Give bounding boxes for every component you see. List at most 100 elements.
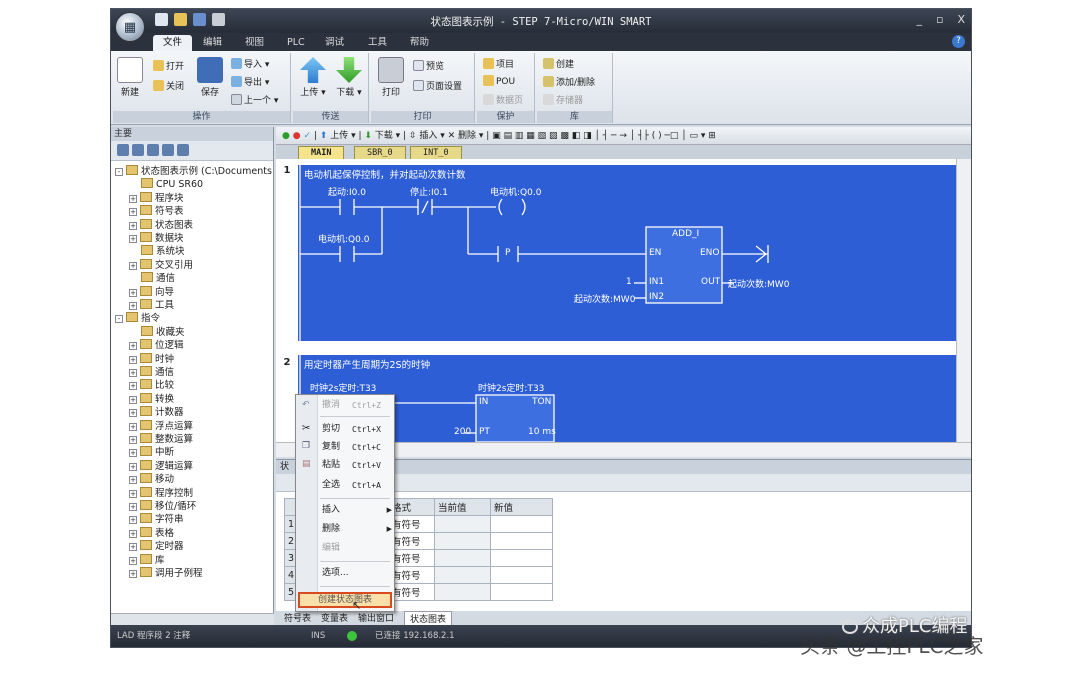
- tree-item[interactable]: 收藏夹: [141, 325, 185, 339]
- expand-icon[interactable]: +: [129, 503, 137, 511]
- expand-icon[interactable]: +: [129, 382, 137, 391]
- menu-create-status-chart[interactable]: 创建状态图表: [298, 592, 392, 608]
- expand-icon[interactable]: +: [129, 556, 137, 565]
- download-button[interactable]: 下载 ▾: [335, 57, 363, 98]
- timer-block-label[interactable]: 时钟2s定时:T33: [478, 381, 544, 394]
- tree-item[interactable]: + 工具: [129, 299, 174, 312]
- menu-delete[interactable]: 删除 ▶: [322, 522, 392, 537]
- tab-tools[interactable]: 工具: [368, 35, 387, 51]
- tree-item[interactable]: + 浮点运算: [129, 419, 193, 433]
- tree-item[interactable]: + 通信: [129, 366, 174, 379]
- contact-stop-label[interactable]: 停止:I0.1: [410, 185, 448, 198]
- tree-item[interactable]: - 状态图表示例 (C:\Documents a: [115, 165, 274, 178]
- expand-icon[interactable]: +: [129, 302, 137, 310]
- coil-motor-label[interactable]: 电动机:Q0.0: [490, 185, 541, 198]
- expand-icon[interactable]: +: [129, 235, 137, 243]
- in1-value[interactable]: 1: [626, 277, 632, 287]
- tree-item[interactable]: + 调用子例程: [129, 567, 203, 580]
- tree-item[interactable]: + 库: [129, 553, 165, 567]
- tree-item[interactable]: + 交叉引用: [129, 258, 193, 272]
- open-button[interactable]: 打开: [153, 59, 184, 72]
- data-page-protect-button[interactable]: 数据页: [483, 93, 523, 106]
- contact-motor-label[interactable]: 电动机:Q0.0: [318, 232, 369, 245]
- add-block-title[interactable]: ADD_I: [672, 229, 699, 239]
- expand-icon[interactable]: +: [129, 369, 137, 377]
- expand-icon[interactable]: +: [129, 261, 137, 270]
- menu-cut[interactable]: 剪切 Ctrl+X: [322, 422, 390, 437]
- menu-insert[interactable]: 插入 ▶: [322, 503, 392, 518]
- network-1[interactable]: 电动机起保停控制，并对起动次数计数 起动:I0.0 停止:I0.1 电动机:Q0…: [298, 165, 956, 341]
- in2-value[interactable]: 起动次数:MW0: [574, 292, 635, 305]
- tree-item[interactable]: + 状态图表: [129, 218, 193, 232]
- tree-item[interactable]: + 整数运算: [129, 433, 193, 446]
- tree-item[interactable]: + 逻辑运算: [129, 459, 193, 473]
- tree-item[interactable]: + 比较: [129, 379, 174, 392]
- run-icon[interactable]: ●: [282, 131, 290, 141]
- tab-file[interactable]: 文件: [153, 35, 193, 51]
- tree-item[interactable]: + 表格: [129, 526, 174, 540]
- tree-item[interactable]: + 转换: [129, 392, 174, 406]
- tree-item[interactable]: - 指令: [115, 312, 160, 325]
- tree-item[interactable]: + 移位/循环: [129, 500, 196, 513]
- tree-item[interactable]: + 字符串: [129, 513, 184, 526]
- tree-item[interactable]: + 计数器: [129, 406, 184, 419]
- tree-item[interactable]: 系统块: [141, 245, 185, 258]
- tree-item[interactable]: + 符号表: [129, 205, 184, 218]
- tree-item[interactable]: + 程序控制: [129, 486, 193, 500]
- minimize-button[interactable]: _: [916, 13, 922, 26]
- close-button[interactable]: X: [957, 13, 965, 26]
- expand-icon[interactable]: +: [129, 529, 137, 538]
- contact-start-label[interactable]: 起动:I0.0: [328, 185, 366, 198]
- expand-icon[interactable]: +: [129, 288, 137, 297]
- tree-item[interactable]: + 时钟: [129, 352, 174, 366]
- editor-vertical-scrollbar[interactable]: [956, 159, 971, 442]
- memory-library-button[interactable]: 存储器: [543, 93, 583, 106]
- expand-icon[interactable]: +: [129, 449, 137, 458]
- tree-tool-icon[interactable]: [132, 144, 144, 156]
- editor-upload-button[interactable]: 上传: [330, 131, 348, 141]
- new-button[interactable]: 新建: [117, 57, 143, 98]
- expand-icon[interactable]: +: [129, 436, 137, 444]
- expand-icon[interactable]: +: [129, 489, 137, 498]
- tree-item[interactable]: + 向导: [129, 285, 174, 299]
- save-button[interactable]: 保存: [197, 57, 223, 98]
- import-button[interactable]: 导入 ▾: [231, 57, 269, 70]
- timer-contact-label[interactable]: 时钟2s定时:T33: [310, 381, 376, 394]
- app-orb-button[interactable]: ▦: [115, 12, 145, 42]
- expand-icon[interactable]: +: [129, 462, 137, 471]
- maximize-button[interactable]: ▫: [936, 13, 943, 26]
- export-button[interactable]: 导出 ▾: [231, 75, 269, 88]
- expand-icon[interactable]: +: [129, 516, 137, 525]
- tab-view[interactable]: 视图: [245, 35, 264, 51]
- close-project-button[interactable]: 关闭: [153, 79, 184, 92]
- tab-sbr0[interactable]: SBR_0: [354, 146, 406, 159]
- help-icon[interactable]: ?: [952, 35, 965, 48]
- tree-item[interactable]: + 程序块: [129, 191, 184, 205]
- tab-edit[interactable]: 编辑: [203, 35, 222, 51]
- upload-button[interactable]: 上传 ▾: [299, 57, 327, 98]
- expand-icon[interactable]: +: [129, 194, 137, 203]
- stop-icon[interactable]: ●: [293, 131, 301, 141]
- tree-tool-icon[interactable]: [147, 144, 159, 156]
- tree-tool-icon[interactable]: [117, 144, 129, 156]
- create-library-button[interactable]: 创建: [543, 57, 574, 70]
- expand-icon[interactable]: +: [129, 422, 137, 431]
- page-setup-button[interactable]: 页面设置: [413, 79, 462, 92]
- tree-tool-icon[interactable]: [177, 144, 189, 156]
- editor-delete-button[interactable]: 删除: [458, 131, 476, 141]
- tree-item[interactable]: + 数据块: [129, 232, 184, 245]
- network-2[interactable]: 用定时器产生周期为2S的时钟 时钟2s定时:T33 时钟2s定时:T33 IN …: [298, 355, 956, 442]
- menu-paste[interactable]: 粘贴 Ctrl+V: [322, 458, 390, 473]
- compile-icon[interactable]: ✓: [303, 131, 311, 141]
- expand-icon[interactable]: +: [129, 342, 137, 351]
- editor-download-button[interactable]: 下载: [375, 131, 393, 141]
- project-protect-button[interactable]: 项目: [483, 57, 514, 70]
- expand-icon[interactable]: +: [129, 221, 137, 230]
- collapse-icon[interactable]: -: [115, 168, 123, 176]
- tree-item[interactable]: CPU SR60: [141, 178, 203, 191]
- menu-copy[interactable]: 复制 Ctrl+C: [322, 440, 390, 455]
- tab-main[interactable]: MAIN: [298, 146, 345, 159]
- expand-icon[interactable]: +: [129, 409, 137, 418]
- preview-button[interactable]: 预览: [413, 59, 444, 72]
- expand-icon[interactable]: +: [129, 543, 137, 552]
